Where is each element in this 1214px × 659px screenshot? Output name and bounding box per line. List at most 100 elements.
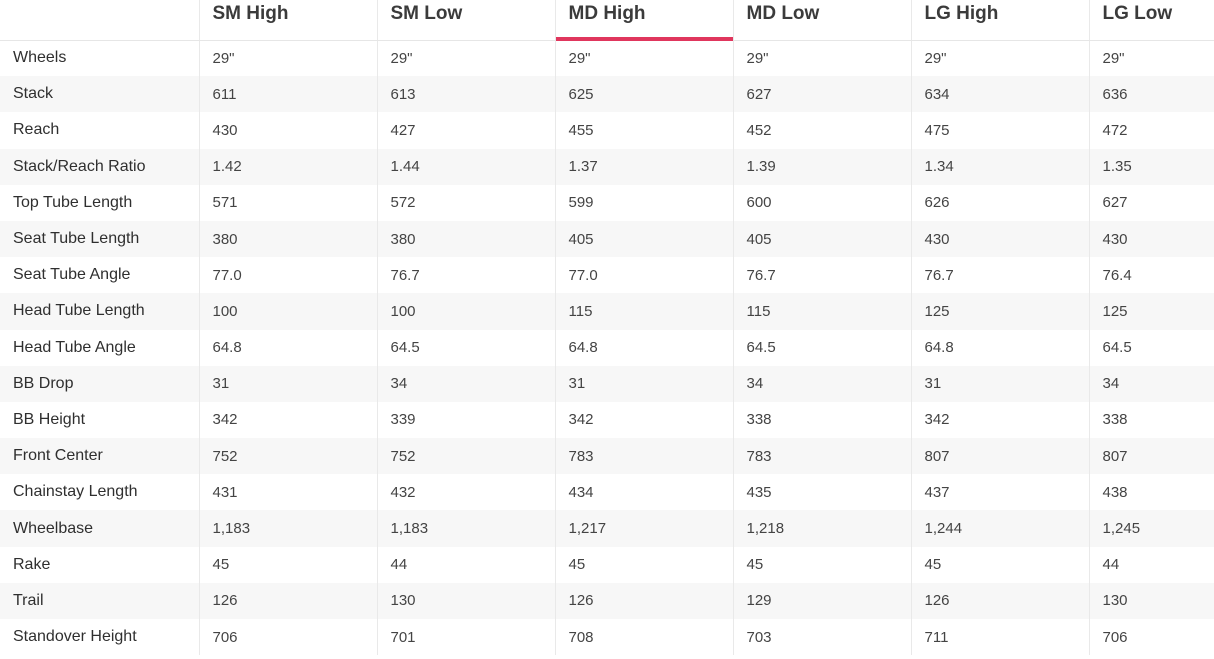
row-label: Seat Tube Length xyxy=(13,230,140,248)
table-cell: 1,244 xyxy=(910,510,1089,547)
table-cell: 438 xyxy=(1088,474,1214,511)
table-cell: 76.7 xyxy=(910,257,1089,294)
table-row: Wheels 29" 29" 29" 29" 29" 29" xyxy=(0,40,1214,77)
table-cell: 1.37 xyxy=(554,148,733,185)
table-cell: 77.0 xyxy=(554,257,733,294)
row-label: Rake xyxy=(13,555,51,573)
table-cell: 625 xyxy=(554,76,733,113)
table-cell: 706 xyxy=(1088,619,1214,656)
table-cell: 1.44 xyxy=(376,148,555,185)
table-cell: 44 xyxy=(1088,546,1214,583)
table-cell: 427 xyxy=(376,112,555,149)
table-cell: 613 xyxy=(376,76,555,113)
table-cell: 130 xyxy=(1088,582,1214,619)
table-cell: 430 xyxy=(1088,220,1214,258)
table-cell: 64.8 xyxy=(910,329,1089,366)
row-label: Top Tube Length xyxy=(13,193,133,211)
table-cell: 571 xyxy=(198,184,377,221)
table-cell: 405 xyxy=(732,220,911,258)
table-cell: 342 xyxy=(910,401,1089,439)
row-label: Standover Height xyxy=(13,628,137,646)
table-cell: 1,183 xyxy=(376,510,555,547)
table-row: Reach 430 427 455 452 475 472 xyxy=(0,112,1214,149)
table-cell: 126 xyxy=(198,582,377,619)
geometry-table: SM High SM Low MD High MD Low LG High LG… xyxy=(0,0,1214,656)
table-cell: 31 xyxy=(554,365,733,402)
row-label: Reach xyxy=(13,121,60,139)
row-label: Wheelbase xyxy=(13,519,94,537)
table-cell: 100 xyxy=(198,293,377,330)
table-cell: 34 xyxy=(732,365,911,402)
table-cell: 807 xyxy=(1088,438,1214,475)
table-cell: 430 xyxy=(198,112,377,149)
table-cell: 431 xyxy=(198,474,377,511)
table-cell: 627 xyxy=(732,76,911,113)
table-cell: 706 xyxy=(198,619,377,656)
table-cell: 115 xyxy=(732,293,911,330)
table-cell: 31 xyxy=(910,365,1089,402)
table-cell: 29" xyxy=(732,40,911,77)
table-row: Standover Height 706 701 708 703 711 706 xyxy=(0,619,1214,656)
row-label: Chainstay Length xyxy=(13,483,138,501)
table-row: Trail 126 130 126 129 126 130 xyxy=(0,582,1214,619)
table-cell: 708 xyxy=(554,619,733,656)
table-cell: 1,245 xyxy=(1088,510,1214,547)
table-cell: 76.7 xyxy=(376,257,555,294)
table-cell: 342 xyxy=(198,401,377,439)
table-cell: 126 xyxy=(554,582,733,619)
table-cell: 380 xyxy=(376,220,555,258)
table-row: Chainstay Length 431 432 434 435 437 438 xyxy=(0,474,1214,511)
table-cell: 64.5 xyxy=(1088,329,1214,366)
size-header-lg-high[interactable]: LG High xyxy=(910,0,1089,41)
table-cell: 125 xyxy=(910,293,1089,330)
table-cell: 434 xyxy=(554,474,733,511)
row-label: BB Height xyxy=(13,410,86,428)
table-cell: 1.34 xyxy=(910,148,1089,185)
row-label: Wheels xyxy=(13,49,67,67)
table-cell: 45 xyxy=(732,546,911,583)
table-cell: 29" xyxy=(910,40,1089,77)
row-label: Front Center xyxy=(13,447,103,465)
table-cell: 1.42 xyxy=(198,148,377,185)
row-label: Head Tube Angle xyxy=(13,338,136,356)
table-cell: 339 xyxy=(376,401,555,439)
table-cell: 701 xyxy=(376,619,555,656)
size-header-lg-low[interactable]: LG Low xyxy=(1088,0,1214,41)
table-row: Stack/Reach Ratio 1.42 1.44 1.37 1.39 1.34 1.3… xyxy=(0,148,1214,185)
table-cell: 64.5 xyxy=(376,329,555,366)
table-cell: 437 xyxy=(910,474,1089,511)
table-row: BB Drop 31 34 31 34 31 34 xyxy=(0,365,1214,402)
table-cell: 1,218 xyxy=(732,510,911,547)
size-header-sm-high[interactable]: SM High xyxy=(198,0,377,41)
row-label: BB Drop xyxy=(13,374,74,392)
table-cell: 342 xyxy=(554,401,733,439)
row-label: Seat Tube Angle xyxy=(13,266,131,284)
table-cell: 34 xyxy=(1088,365,1214,402)
table-cell: 475 xyxy=(910,112,1089,149)
table-cell: 1,183 xyxy=(198,510,377,547)
table-row: Stack 611 613 625 627 634 636 xyxy=(0,76,1214,113)
table-row: Seat Tube Angle 77.0 76.7 77.0 76.7 76.7 76.4 xyxy=(0,257,1214,294)
table-row: Front Center 752 752 783 783 807 807 xyxy=(0,438,1214,475)
table-cell: 783 xyxy=(732,438,911,475)
table-cell: 1.39 xyxy=(732,148,911,185)
table-row: BB Height 342 339 342 338 342 338 xyxy=(0,401,1214,439)
table-cell: 611 xyxy=(198,76,377,113)
table-cell: 34 xyxy=(376,365,555,402)
table-cell: 1.35 xyxy=(1088,148,1214,185)
header-row: SM High SM Low MD High MD Low LG High LG… xyxy=(0,0,1214,41)
table-cell: 1,217 xyxy=(554,510,733,547)
table-cell: 29" xyxy=(376,40,555,77)
size-header-md-high[interactable]: MD High xyxy=(554,0,733,41)
table-cell: 472 xyxy=(1088,112,1214,149)
table-cell: 125 xyxy=(1088,293,1214,330)
size-header-sm-low[interactable]: SM Low xyxy=(376,0,555,41)
table-cell: 338 xyxy=(732,401,911,439)
table-cell: 45 xyxy=(554,546,733,583)
table-cell: 64.8 xyxy=(554,329,733,366)
table-cell: 115 xyxy=(554,293,733,330)
table-cell: 430 xyxy=(910,220,1089,258)
size-header-md-low[interactable]: MD Low xyxy=(732,0,911,41)
table-cell: 100 xyxy=(376,293,555,330)
table-cell: 338 xyxy=(1088,401,1214,439)
